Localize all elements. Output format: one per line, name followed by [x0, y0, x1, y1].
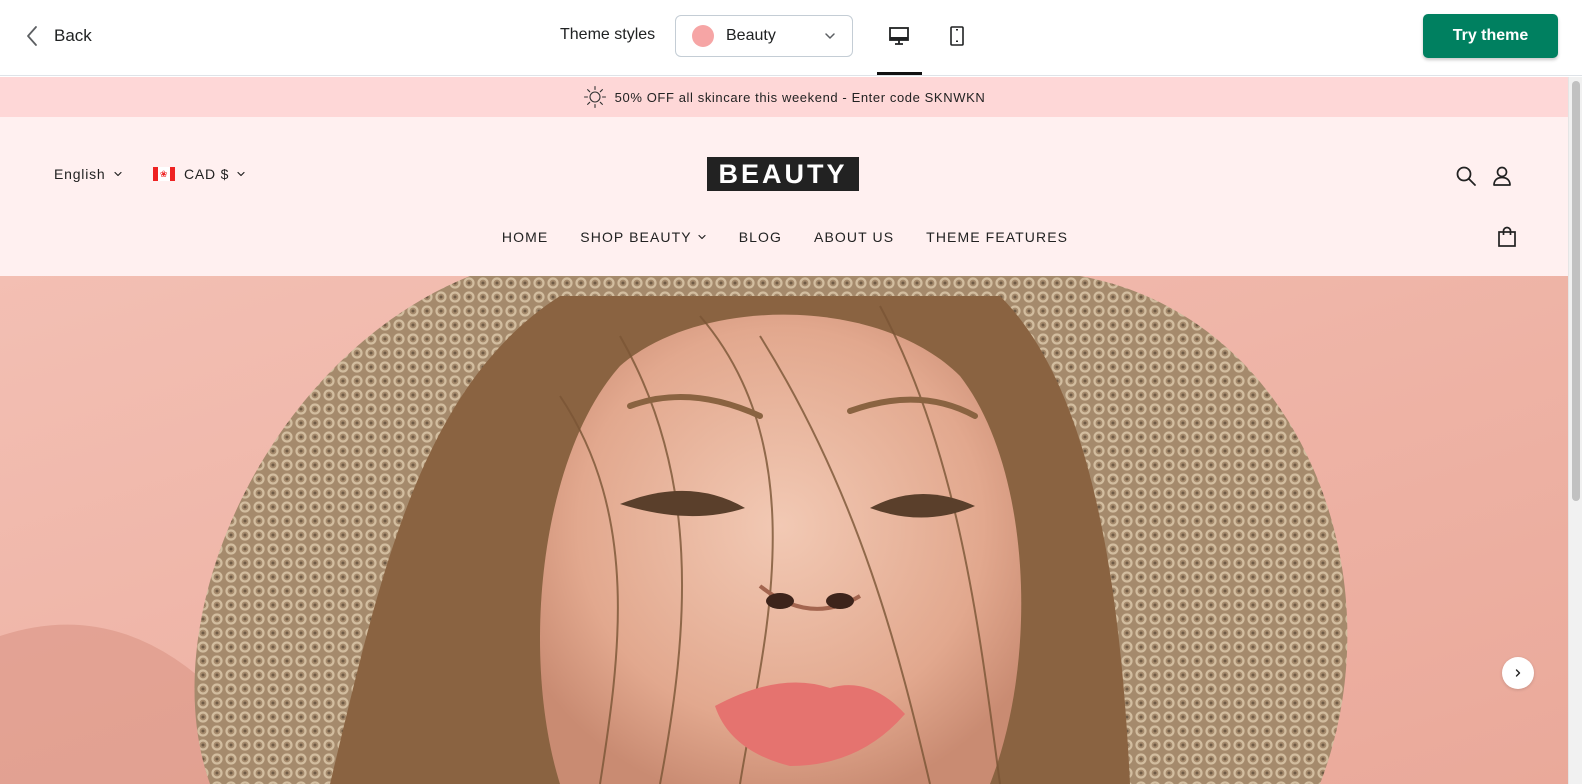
sun-icon — [583, 85, 606, 109]
active-device-indicator — [877, 72, 922, 75]
currency-selector[interactable]: ❀ CAD $ — [153, 166, 246, 182]
search-icon — [1456, 166, 1476, 186]
nav-item-blog[interactable]: BLOG — [739, 229, 782, 245]
currency-value: CAD $ — [184, 166, 230, 182]
style-swatch — [692, 25, 714, 47]
cart-button[interactable] — [1494, 224, 1520, 250]
main-nav: HOME SHOP BEAUTY BLOG ABOUT US THEME FEA… — [0, 229, 1568, 245]
mobile-view-button[interactable] — [935, 14, 979, 58]
try-theme-button[interactable]: Try theme — [1423, 14, 1558, 58]
scrollbar-thumb[interactable] — [1572, 81, 1580, 501]
nav-item-home[interactable]: HOME — [502, 229, 548, 245]
preview-toolbar: Back Theme styles Beauty Try theme — [0, 0, 1582, 76]
scrollbar[interactable] — [1568, 77, 1582, 784]
nav-item-about-us[interactable]: ABOUT US — [814, 229, 894, 245]
chevron-down-icon — [698, 234, 706, 240]
back-button[interactable]: Back — [26, 22, 92, 50]
cart-icon — [1498, 226, 1516, 247]
chevron-down-icon — [825, 33, 835, 39]
account-button[interactable] — [1489, 163, 1515, 189]
desktop-view-button[interactable] — [877, 14, 921, 58]
store-header: English ❀ CAD $ BEAUTY HOME SHOP BEAUTY … — [0, 117, 1568, 276]
desktop-icon — [889, 27, 909, 45]
nav-item-shop-beauty[interactable]: SHOP BEAUTY — [580, 229, 706, 245]
chevron-left-icon — [27, 26, 37, 46]
announcement-text: 50% OFF all skincare this weekend - Ente… — [614, 89, 986, 105]
language-selector[interactable]: English — [54, 166, 123, 182]
theme-style-select[interactable]: Beauty — [675, 15, 853, 57]
hero-slideshow — [0, 276, 1568, 784]
theme-styles-label: Theme styles — [560, 26, 656, 43]
back-label: Back — [54, 26, 92, 45]
chevron-down-icon — [113, 171, 122, 177]
account-icon — [1493, 166, 1511, 186]
chevron-down-icon — [237, 171, 245, 177]
slideshow-next-button[interactable] — [1502, 657, 1534, 689]
mobile-icon — [950, 26, 964, 46]
store-logo[interactable]: BEAUTY — [707, 157, 859, 191]
search-button[interactable] — [1453, 163, 1479, 189]
theme-style-value: Beauty — [726, 27, 776, 44]
nav-item-theme-features[interactable]: THEME FEATURES — [926, 229, 1068, 245]
language-value: English — [54, 166, 106, 182]
hero-image — [0, 276, 1568, 784]
announcement-bar[interactable]: 50% OFF all skincare this weekend - Ente… — [0, 77, 1568, 117]
chevron-right-icon — [1515, 669, 1521, 677]
canada-flag-icon: ❀ — [153, 167, 175, 181]
